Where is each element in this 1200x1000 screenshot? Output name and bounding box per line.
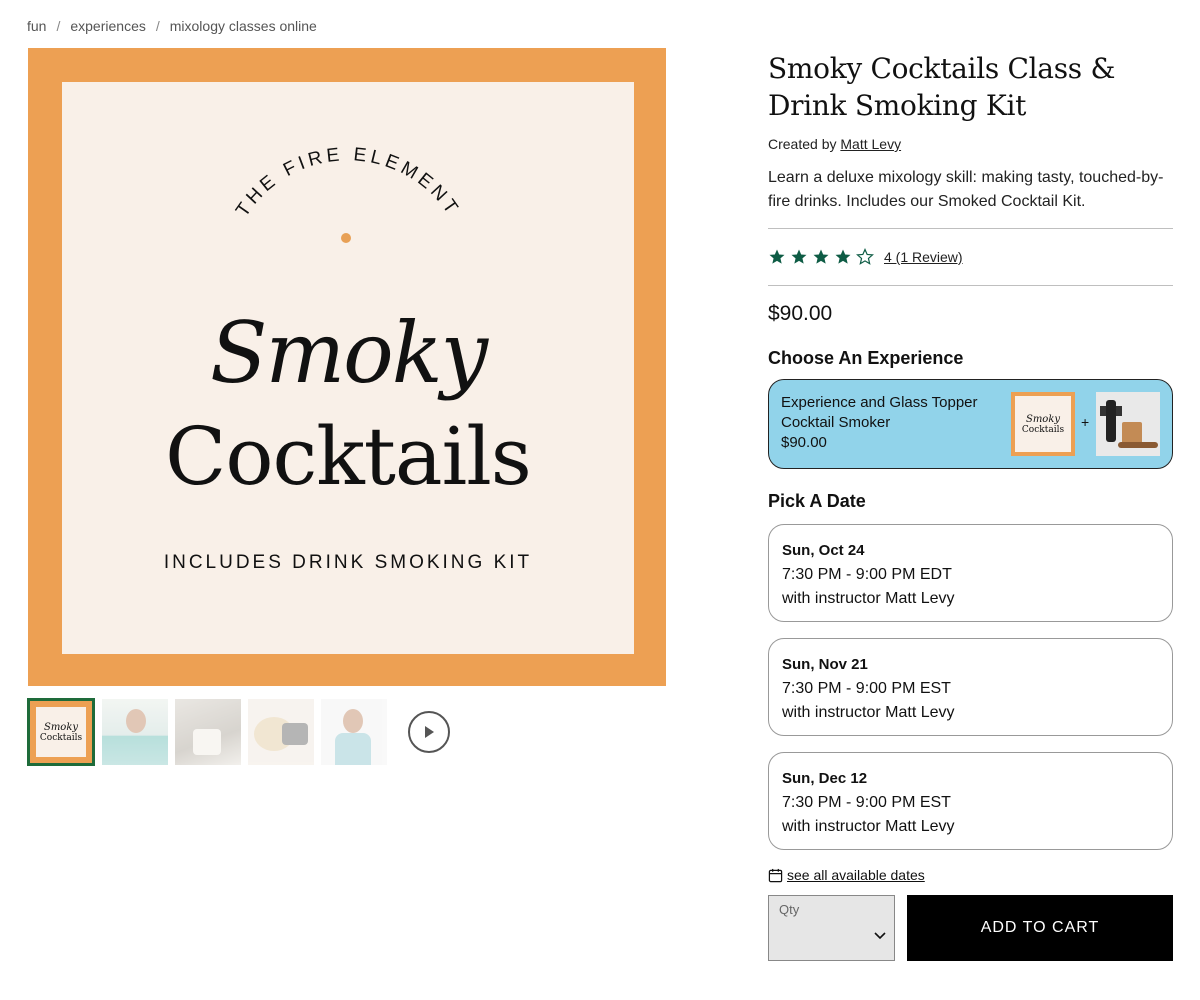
star-filled-icon [791, 249, 807, 264]
product-title: Smoky Cocktails Class & Drink Smoking Ki… [768, 52, 1116, 122]
breadcrumb-mixology-classes-online[interactable]: mixology classes online [170, 18, 317, 34]
product-price: $90.00 [768, 302, 833, 325]
pick-date-heading: Pick A Date [768, 491, 866, 511]
date-day: Sun, Nov 21 [782, 656, 868, 673]
thumbnail-1[interactable]: Smoky Cocktails [27, 698, 95, 766]
rating-row: 4 (1 Review) [768, 229, 1173, 285]
date-time: 7:30 PM - 9:00 PM EST [782, 680, 951, 697]
purchase-row: Qty ADD TO CART [768, 895, 1173, 961]
experience-class-thumbnail: Smoky Cocktails [1011, 392, 1075, 456]
product-details: Smoky Cocktails Class & Drink Smoking Ki… [768, 50, 1173, 961]
creator-prefix: Created by [768, 136, 837, 152]
experience-thumb-word2: Cocktails [1021, 424, 1065, 435]
date-option[interactable]: Sun, Oct 24 7:30 PM - 9:00 PM EDT with i… [768, 524, 1173, 622]
product-hero-image[interactable]: THE FIRE ELEMENT Smoky Cocktails INCLUDE… [28, 48, 666, 686]
add-to-cart-button[interactable]: ADD TO CART [907, 895, 1173, 961]
quantity-label: Qty [779, 902, 800, 917]
hero-tagline: INCLUDES DRINK SMOKING KIT [163, 552, 533, 573]
quantity-select[interactable]: Qty [768, 895, 895, 961]
date-time: 7:30 PM - 9:00 PM EST [782, 794, 951, 811]
thumbnail-1-word2: Cocktails [39, 732, 83, 743]
thumbnail-2[interactable] [102, 699, 168, 765]
hero-title-cocktails: Cocktails [165, 410, 532, 503]
thumbnail-4[interactable] [248, 699, 314, 765]
see-all-dates: see all available dates [768, 867, 1173, 883]
date-day: Sun, Dec 12 [782, 770, 868, 787]
breadcrumb: fun / experiences / mixology classes onl… [27, 18, 317, 34]
date-time: 7:30 PM - 9:00 PM EDT [782, 566, 952, 583]
hero-title-smoky: Smoky [209, 304, 488, 402]
date-instructor: with instructor Matt Levy [782, 704, 955, 721]
thumbnail-5[interactable] [321, 699, 387, 765]
date-instructor: with instructor Matt Levy [782, 590, 955, 607]
play-video-button[interactable] [408, 711, 450, 753]
play-icon [425, 726, 434, 738]
thumbnail-1-word1: Smoky [43, 721, 79, 733]
smoker-kit-thumbnail [1096, 392, 1160, 456]
date-option[interactable]: Sun, Dec 12 7:30 PM - 9:00 PM EST with i… [768, 752, 1173, 850]
product-creator: Created by Matt Levy [768, 136, 1173, 152]
date-day: Sun, Oct 24 [782, 542, 865, 559]
reviews-link[interactable]: 4 (1 Review) [884, 249, 963, 265]
star-filled-icon [835, 249, 851, 264]
choose-experience-heading: Choose An Experience [768, 348, 964, 368]
breadcrumb-experiences[interactable]: experiences [70, 18, 146, 34]
product-description: Learn a deluxe mixology skill: making ta… [768, 169, 1164, 210]
thumbnail-strip: Smoky Cocktails [27, 698, 450, 766]
creator-link[interactable]: Matt Levy [840, 136, 901, 152]
thumbnail-3[interactable] [175, 699, 241, 765]
divider [768, 285, 1173, 286]
star-empty-icon [856, 248, 874, 265]
star-filled-icon [813, 249, 829, 264]
hero-dot [341, 233, 351, 243]
experience-thumb-word1: Smoky [1025, 413, 1061, 425]
hero-panel: THE FIRE ELEMENT Smoky Cocktails INCLUDE… [62, 82, 634, 654]
date-option[interactable]: Sun, Nov 21 7:30 PM - 9:00 PM EST with i… [768, 638, 1173, 736]
date-instructor: with instructor Matt Levy [782, 818, 955, 835]
star-filled-icon [769, 249, 785, 264]
plus-sign: + [1081, 414, 1090, 430]
chevron-down-icon [874, 932, 886, 940]
breadcrumb-separator: / [155, 18, 160, 34]
experience-option-label: Experience and Glass Topper Cocktail Smo… [781, 394, 978, 431]
breadcrumb-fun[interactable]: fun [27, 18, 46, 34]
calendar-icon [768, 868, 783, 882]
see-all-dates-link[interactable]: see all available dates [787, 867, 925, 883]
experience-option[interactable]: Experience and Glass Topper Cocktail Smo… [768, 379, 1173, 469]
svg-text:THE FIRE ELEMENT: THE FIRE ELEMENT [232, 144, 464, 221]
breadcrumb-separator: / [56, 18, 61, 34]
